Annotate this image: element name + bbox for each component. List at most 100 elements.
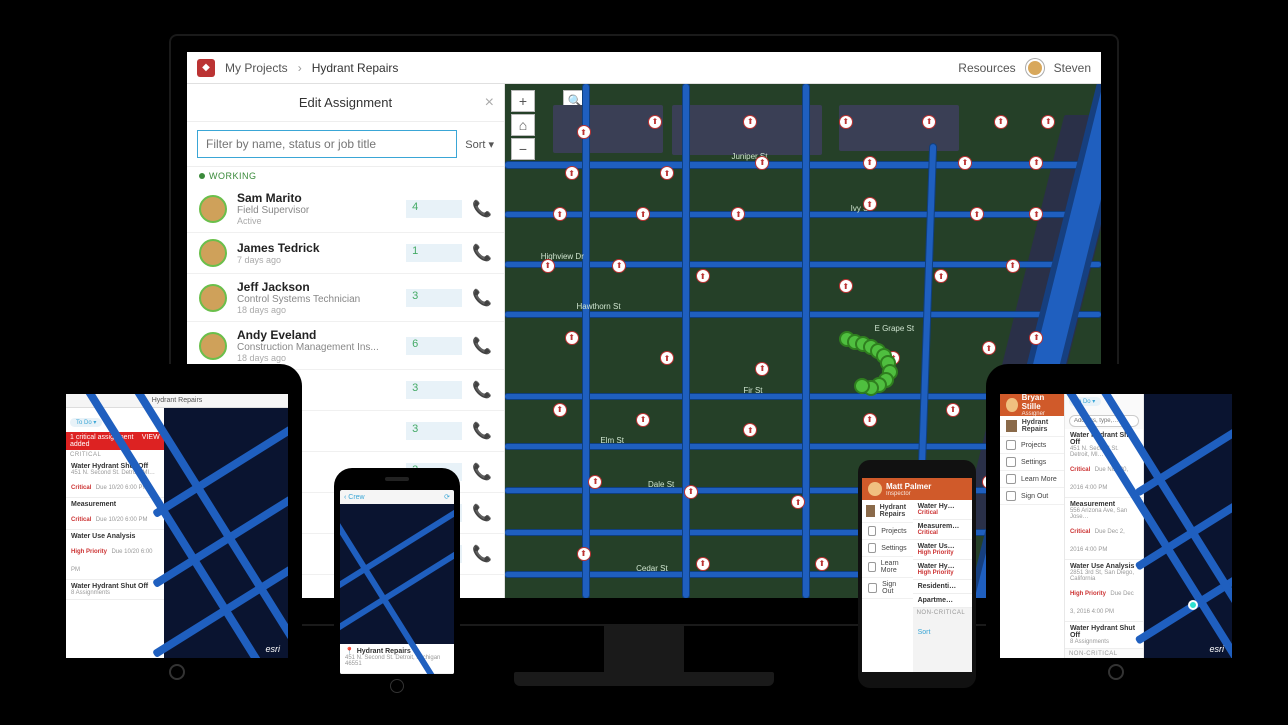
phone-icon[interactable]: 📞 [472,421,492,441]
task-card[interactable]: MeasurementCritical Due 10/20 6:00 PM [66,498,164,530]
menu-item[interactable]: Projects [862,523,913,540]
category-noncritical: NON-CRITICAL [913,608,972,618]
sort-link[interactable]: Sort [918,629,931,636]
menu-item[interactable]: Projects [1000,437,1064,454]
phone-icon[interactable]: 📞 [472,503,492,523]
home-button-icon[interactable] [1108,664,1124,680]
location-icon: 📍 [345,647,354,655]
menu-item[interactable]: Settings [1000,454,1064,471]
close-icon[interactable]: × [485,94,494,112]
hydrant-icon[interactable]: ⬆ [743,423,757,437]
hydrant-icon[interactable]: ⬆ [648,115,662,129]
street-label: Hawthorn St [577,302,621,311]
hydrant-icon[interactable]: ⬆ [684,485,698,499]
avatar [199,239,227,267]
hydrant-icon[interactable]: ⬆ [696,557,710,571]
hydrant-icon[interactable]: ⬆ [553,207,567,221]
hydrant-icon[interactable]: ⬆ [755,362,769,376]
hydrant-icon[interactable]: ⬆ [1041,115,1055,129]
worker-row[interactable]: James Tedrick7 days ago 1 📞 [187,233,504,274]
hydrant-icon[interactable]: ⬆ [839,279,853,293]
hydrant-icon[interactable]: ⬆ [863,197,877,211]
task-card[interactable]: Measurem…Critical [913,520,972,540]
task-card[interactable]: Water Hy…High Priority [913,560,972,580]
hydrant-icon[interactable]: ⬆ [553,403,567,417]
project-tile[interactable]: Hydrant Repairs [862,500,913,523]
hydrant-icon[interactable]: ⬆ [660,351,674,365]
hydrant-icon[interactable]: ⬆ [863,413,877,427]
hydrant-icon[interactable]: ⬆ [994,115,1008,129]
phone-icon[interactable]: 📞 [472,462,492,482]
hydrant-icon[interactable]: ⬆ [815,557,829,571]
hydrant-icon[interactable]: ⬆ [982,341,996,355]
menu-item[interactable]: Settings [862,540,913,557]
hydrant-icon[interactable]: ⬆ [565,166,579,180]
hydrant-icon[interactable]: ⬆ [922,115,936,129]
hydrant-icon[interactable]: ⬆ [970,207,984,221]
filter-input[interactable] [197,130,457,158]
hydrant-icon[interactable]: ⬆ [863,156,877,170]
hydrant-icon[interactable]: ⬆ [588,475,602,489]
phone-icon[interactable]: 📞 [472,288,492,308]
hydrant-icon[interactable]: ⬆ [541,259,555,273]
worker-row[interactable]: Jeff JacksonControl Systems Technician18… [187,274,504,322]
hydrant-icon[interactable]: ⬆ [696,269,710,283]
hydrant-icon[interactable]: ⬆ [934,269,948,283]
task-card[interactable]: Water Hydrant Shut Off8 Assignments [1065,622,1143,649]
card-title[interactable]: Hydrant Repairs [357,648,411,655]
task-card[interactable]: Water Hy…Critical [913,500,972,520]
worker-row[interactable]: Andy EvelandConstruction Management Ins.… [187,322,504,370]
phone-icon[interactable]: 📞 [472,380,492,400]
home-button-icon[interactable] [390,679,404,693]
home-button-icon[interactable] [169,664,185,680]
task-card[interactable]: Water Us…High Priority [913,540,972,560]
breadcrumb-current[interactable]: Hydrant Repairs [312,61,399,75]
phone-icon[interactable]: 📞 [472,336,492,356]
hydrant-icon[interactable]: ⬆ [612,259,626,273]
task-card[interactable]: Apartme… [913,594,972,608]
phone-icon[interactable]: 📞 [472,544,492,564]
hydrant-icon[interactable]: ⬆ [1006,259,1020,273]
phone-icon[interactable]: 📞 [472,243,492,263]
task-card[interactable]: Water Hydrant Shut Off8 Assignments [66,580,164,600]
avatar [868,482,882,496]
menu-item[interactable]: Learn More [862,557,913,578]
panel-title: Edit Assignment [299,95,392,110]
esri-attribution: esri [1209,644,1224,654]
task-card[interactable]: Water Use Analysis2851 3rd St, San Diego… [1065,560,1143,622]
task-card[interactable]: Residenti… [913,580,972,594]
hydrant-icon[interactable]: ⬆ [958,156,972,170]
sort-dropdown[interactable]: Sort ▾ [465,138,494,151]
home-button[interactable]: ⌂ [511,114,535,136]
hydrant-icon[interactable]: ⬆ [636,207,650,221]
todo-dropdown[interactable]: To Do ▾ [70,418,102,427]
user-avatar[interactable] [1026,59,1044,77]
hydrant-icon[interactable]: ⬆ [946,403,960,417]
hydrant-icon[interactable]: ⬆ [577,547,591,561]
user-banner[interactable]: Matt PalmerInspector [862,478,972,500]
hydrant-icon[interactable]: ⬆ [577,125,591,139]
breadcrumb-root[interactable]: My Projects [225,61,288,75]
task-card[interactable]: Measurement556 Arizona Ave, San Jose…Cri… [1065,498,1143,560]
street-label: Dale St [648,480,674,489]
menu-item[interactable]: Sign Out [1000,488,1064,505]
assignment-count: 3 [406,422,462,440]
zoom-in-button[interactable]: + [511,90,535,112]
menu-item[interactable]: Sign Out [862,578,913,599]
resources-link[interactable]: Resources [958,61,1015,75]
project-tile[interactable]: Hydrant Repairs [1000,416,1064,437]
hydrant-icon[interactable]: ⬆ [660,166,674,180]
phone-icon[interactable]: 📞 [472,199,492,219]
user-banner[interactable]: Bryan StilleAssigner [1000,394,1064,416]
hydrant-icon[interactable]: ⬆ [731,207,745,221]
refresh-icon[interactable]: ⟳ [444,493,450,501]
menu-item[interactable]: Learn More [1000,471,1064,488]
user-name[interactable]: Steven [1054,61,1091,75]
zoom-out-button[interactable]: − [511,138,535,160]
hydrant-icon[interactable]: ⬆ [839,115,853,129]
hydrant-icon[interactable]: ⬆ [565,331,579,345]
hydrant-icon[interactable]: ⬆ [636,413,650,427]
worker-row[interactable]: Sam MaritoField SupervisorActive 4 📞 [187,185,504,233]
back-link[interactable]: ‹ Crew [344,494,365,501]
task-card[interactable]: Water Use AnalysisHigh Priority Due 10/2… [66,530,164,580]
